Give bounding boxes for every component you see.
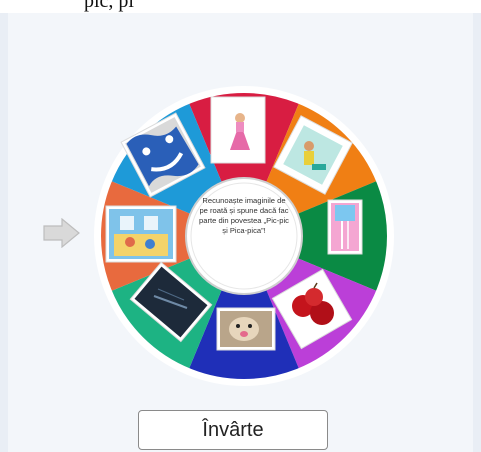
pointer-arrow-icon [43,218,80,248]
pink-waterfall-picture [327,199,363,255]
cut-off-heading: pic, pi [84,0,134,12]
spin-wheel[interactable] [92,84,396,388]
hub-instruction-text: Recunoaște imaginile de pe roată și spun… [199,196,289,235]
spin-button[interactable]: Învârte [138,410,328,450]
puppy-picture [216,307,276,351]
girl-pink-dress-picture [210,96,266,164]
blue-room-picture [105,205,177,263]
top-text-strip: pic, pi [0,0,481,13]
